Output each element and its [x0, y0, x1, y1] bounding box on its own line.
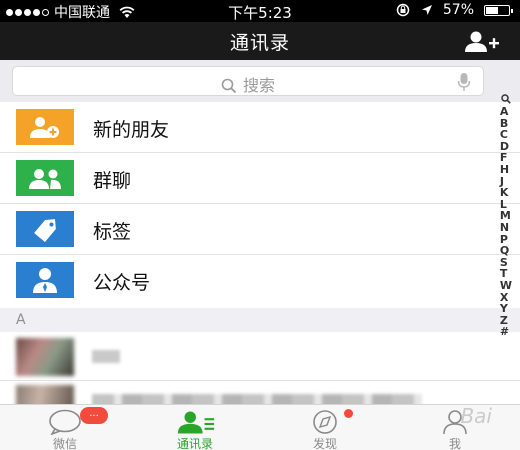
search-icon [221, 78, 237, 94]
tab-contacts[interactable]: 通讯录 [130, 405, 260, 450]
list-item-new-friends[interactable]: 新的朋友 [0, 102, 520, 153]
status-bar: 中国联通 下午5:23 57% [0, 0, 520, 22]
index-letter[interactable]: Q [500, 245, 512, 257]
me-icon [443, 410, 467, 435]
tab-chats[interactable]: ... 微信 [0, 405, 130, 450]
chat-bubble-icon [49, 409, 81, 435]
tab-label: 发现 [312, 437, 337, 450]
new-dot-badge [344, 409, 353, 418]
list-item-label: 标签 [93, 221, 132, 243]
section-header: A [0, 308, 520, 332]
nav-bar: 通讯录 [0, 22, 520, 60]
unread-badge: ... [80, 407, 108, 424]
list-item-label: 新的朋友 [93, 119, 170, 141]
index-letter[interactable]: Y [500, 303, 512, 315]
rotation-lock-icon [396, 3, 410, 17]
add-contact-icon[interactable] [462, 30, 502, 54]
battery-percent: 57% [442, 2, 474, 18]
list-item-label: 群聊 [93, 170, 132, 192]
tab-me[interactable]: 我 [390, 405, 520, 450]
search-placeholder: 搜索 [242, 76, 275, 95]
contact-name-blurred [92, 350, 120, 363]
microphone-icon[interactable] [457, 72, 471, 92]
contact-row[interactable] [0, 382, 520, 404]
list-item-group-chat[interactable]: 群聊 [0, 153, 520, 204]
list-item-official-accounts[interactable]: 公众号 [0, 255, 520, 306]
contact-row[interactable] [0, 333, 520, 381]
tag-icon [16, 211, 74, 247]
avatar [16, 385, 74, 404]
search-area: 搜索 [0, 60, 520, 102]
new-friends-icon [16, 109, 74, 145]
search-input[interactable]: 搜索 [12, 66, 484, 96]
search-index-icon[interactable] [501, 94, 511, 104]
alphabet-index[interactable]: A B C D F H J K L M N P Q S T W X Y Z # [498, 94, 514, 338]
list-item-label: 公众号 [93, 272, 151, 294]
index-letter[interactable]: H [500, 164, 512, 176]
index-letter[interactable]: N [500, 222, 512, 234]
contacts-icon [177, 411, 215, 434]
tab-bar: ... 微信 通讯录 发现 我 [0, 404, 520, 450]
index-letter[interactable]: # [500, 326, 512, 338]
battery-icon [484, 4, 513, 16]
tab-label: 我 [448, 437, 461, 450]
index-letter[interactable]: K [500, 187, 512, 199]
group-chat-icon [16, 160, 74, 196]
status-right: 57% [395, 2, 513, 18]
avatar [16, 338, 74, 376]
tab-label: 微信 [52, 437, 77, 450]
index-letter[interactable]: W [500, 280, 512, 292]
contacts-list: 新的朋友 群聊 标签 公众号 A [0, 102, 520, 404]
location-arrow-icon [421, 5, 432, 15]
discover-icon [313, 410, 337, 434]
list-item-tags[interactable]: 标签 [0, 204, 520, 255]
tab-label: 通讯录 [176, 437, 213, 450]
page-title: 通讯录 [229, 32, 290, 54]
official-account-icon [16, 262, 74, 298]
contact-name-blurred [92, 394, 422, 404]
tab-discover[interactable]: 发现 [260, 405, 390, 450]
index-letter[interactable]: A [500, 106, 512, 118]
